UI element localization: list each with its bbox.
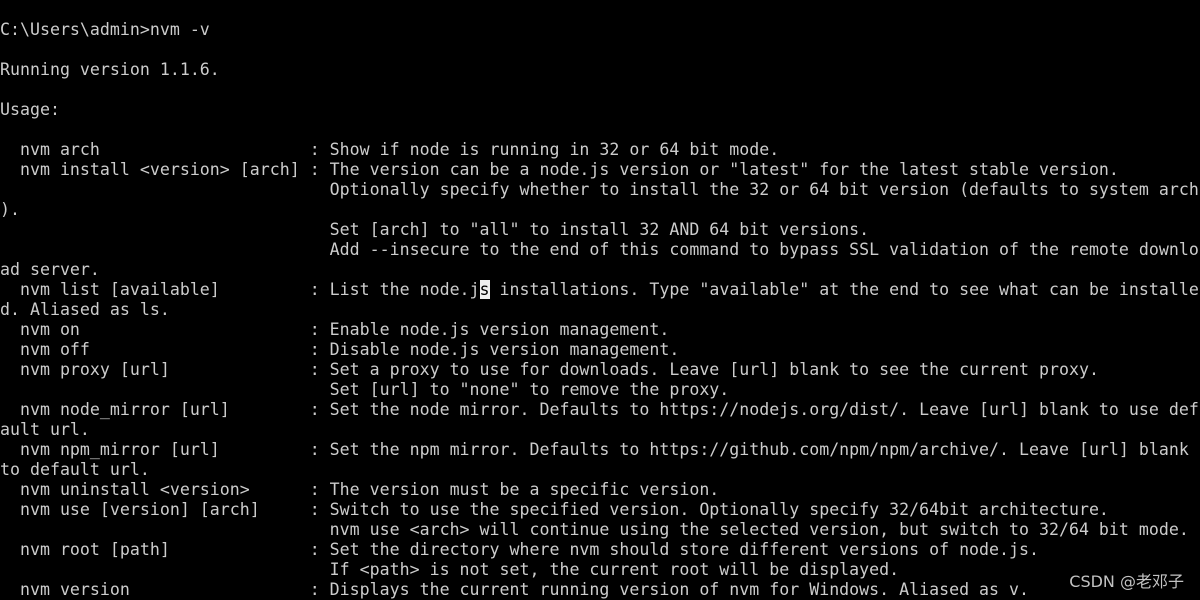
terminal-line: ault url. xyxy=(0,420,90,439)
terminal-line: C:\Users\admin>nvm -v xyxy=(0,20,210,39)
terminal-line: Set [arch] to "all" to install 32 AND 64… xyxy=(0,220,870,239)
terminal-line: Optionally specify whether to install th… xyxy=(0,180,1199,199)
terminal-line: nvm arch : Show if node is running in 32… xyxy=(0,140,780,159)
terminal-window[interactable]: C:\Users\admin>nvm -v Running version 1.1… xyxy=(0,0,1200,600)
terminal-output: C:\Users\admin>nvm -v Running version 1.1… xyxy=(0,20,1200,600)
terminal-line: nvm use <arch> will continue using the s… xyxy=(0,520,1189,539)
terminal-line: nvm install <version> [arch] : The versi… xyxy=(0,160,1119,179)
terminal-line: nvm proxy [url] : Set a proxy to use for… xyxy=(0,360,1099,379)
terminal-line: Usage: xyxy=(0,100,60,119)
terminal-line: nvm use [version] [arch] : Switch to use… xyxy=(0,500,1109,519)
terminal-line: to default url. xyxy=(0,460,150,479)
terminal-line: nvm uninstall <version> : The version mu… xyxy=(0,480,720,499)
terminal-line: nvm npm_mirror [url] : Set the npm mirro… xyxy=(0,440,1189,459)
terminal-line: Add --insecure to the end of this comman… xyxy=(0,240,1199,259)
terminal-line: nvm on : Enable node.js version manageme… xyxy=(0,320,670,339)
terminal-line: nvm off : Disable node.js version manage… xyxy=(0,340,680,359)
terminal-line: ad server. xyxy=(0,260,100,279)
terminal-line: nvm node_mirror [url] : Set the node mir… xyxy=(0,400,1199,419)
terminal-line: ). xyxy=(0,200,20,219)
terminal-line: nvm root [path] : Set the directory wher… xyxy=(0,540,1039,559)
terminal-line: Set [url] to "none" to remove the proxy. xyxy=(0,380,730,399)
terminal-line: If <path> is not set, the current root w… xyxy=(0,560,900,579)
terminal-line: Running version 1.1.6. xyxy=(0,60,220,79)
terminal-line: nvm list [available] : List the node.js … xyxy=(0,280,1199,299)
terminal-line: nvm version : Displays the current runni… xyxy=(0,580,1029,599)
terminal-line: d. Aliased as ls. xyxy=(0,300,170,319)
csdn-watermark: CSDN @老邓子 xyxy=(1069,572,1184,591)
text-cursor: s xyxy=(479,280,490,299)
